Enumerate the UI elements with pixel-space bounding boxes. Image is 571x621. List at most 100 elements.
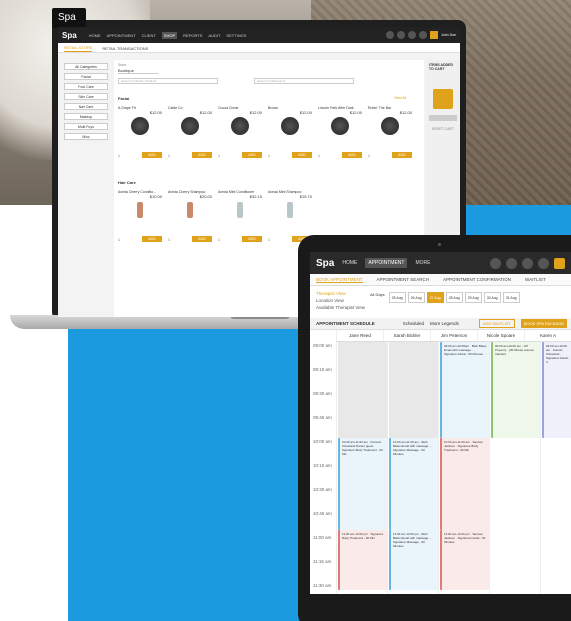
- product-image: [331, 117, 349, 135]
- add-waitlist-button[interactable]: ADD WAITLIST: [478, 319, 515, 328]
- appointment-block[interactable]: 11:00 am-12:00 pm · Signature Body Treat…: [338, 530, 387, 590]
- blocked-slot: [389, 342, 438, 438]
- appointment-block[interactable]: 11:00 am-12:00 pm · Beth Bates Email wit…: [389, 530, 438, 590]
- schedule-toolbar: APPOINTMENT SCHEDULE Scheduled More Lege…: [310, 318, 571, 330]
- date-chip-selected[interactable]: 27 Aug: [426, 292, 444, 303]
- add-button[interactable]: ADD: [142, 152, 162, 158]
- quantity-stepper[interactable]: 1: [318, 154, 320, 158]
- product-card[interactable]: Aveda Mint Conditioner $32.15 1 ADD: [218, 190, 262, 242]
- product-card[interactable]: Cable Co $12.00 1 ADD: [168, 106, 212, 158]
- category-makeup[interactable]: Makeup: [64, 113, 108, 120]
- category-nail-care[interactable]: Nail Care: [64, 103, 108, 110]
- mail-icon[interactable]: [522, 257, 533, 269]
- appointment-block[interactable]: 10:00 am-11:00 am · Samuel Jackson · Sig…: [440, 438, 489, 530]
- search-icon[interactable]: [386, 31, 395, 39]
- more-legends-dropdown[interactable]: More Legends: [430, 321, 459, 326]
- category-foot-care[interactable]: Foot Care: [64, 83, 108, 90]
- add-button[interactable]: ADD: [292, 152, 312, 158]
- view-available-therapist[interactable]: Available Therapist View: [316, 304, 365, 311]
- category-all[interactable]: All Categories: [64, 63, 108, 70]
- nav-home[interactable]: HOME: [89, 33, 101, 38]
- add-button[interactable]: ADD: [142, 236, 162, 242]
- view-all-link[interactable]: View All: [394, 96, 406, 100]
- category-skin-care[interactable]: Skin Care: [64, 93, 108, 100]
- date-chip[interactable]: 25 Aug: [388, 292, 406, 303]
- nav-shop[interactable]: SHOP: [161, 31, 178, 39]
- product-card[interactable]: A Grape Fit $12.00 1 ADD: [118, 106, 162, 158]
- tab-appointment-search[interactable]: APPOINTMENT SEARCH: [377, 277, 429, 282]
- section-facial-title: Facial: [118, 96, 130, 101]
- quantity-stepper[interactable]: 1: [268, 238, 270, 242]
- avatar[interactable]: [554, 257, 565, 269]
- add-button[interactable]: ADD: [242, 152, 262, 158]
- tab-appointment-confirmation[interactable]: APPOINTMENT CONFIRMATION: [443, 277, 511, 282]
- quantity-stepper[interactable]: 1: [218, 238, 220, 242]
- appointment-block[interactable]: 10:00 am-11:00 am · Beth Bates Email wit…: [389, 438, 438, 530]
- appointment-block[interactable]: 09:00 am-10:00am · Beth Bates Email with…: [440, 342, 489, 438]
- clock-icon[interactable]: [397, 31, 406, 39]
- help-icon[interactable]: [538, 257, 549, 269]
- mail-icon[interactable]: [408, 31, 417, 39]
- time-slot: 09:30 am: [313, 391, 332, 396]
- avatar[interactable]: [430, 31, 439, 39]
- date-chip[interactable]: 31 Aug: [502, 292, 520, 303]
- category-facial[interactable]: Facial: [64, 73, 108, 80]
- date-chip[interactable]: 26 Aug: [407, 292, 425, 303]
- product-card[interactable]: Rubin' The Bar $12.00 1 ADD: [368, 106, 412, 158]
- user-name[interactable]: John Doe: [441, 33, 456, 37]
- nav-reports[interactable]: REPORTS: [183, 33, 202, 38]
- all-days-checkbox[interactable]: All Days: [370, 292, 385, 303]
- store-select[interactable]: Boutique: [118, 68, 158, 74]
- book-spa-package-button[interactable]: BOOK SPA PACKAGE: [520, 319, 567, 328]
- staff-header: Jim Peterson: [430, 330, 477, 341]
- product-card[interactable]: Aveda Cherry Conditio... $10.00 1 ADD: [118, 190, 162, 242]
- quantity-stepper[interactable]: 1: [168, 154, 170, 158]
- quantity-stepper[interactable]: 1: [118, 238, 120, 242]
- tab-retail-transactions[interactable]: RETAIL TRANSACTIONS: [102, 46, 148, 52]
- product-card[interactable]: Aveda Cherry Shampoo $20.00 1 ADD: [168, 190, 212, 242]
- product-card[interactable]: Cocoa Dome $12.00 1 ADD: [218, 106, 262, 158]
- add-button[interactable]: ADD: [192, 152, 212, 158]
- pay-button[interactable]: [429, 115, 457, 121]
- quantity-stepper[interactable]: 1: [268, 154, 270, 158]
- time-slot: 10:15 am: [313, 463, 332, 468]
- help-icon[interactable]: [419, 31, 428, 39]
- product-search-input[interactable]: Search by Brand / Product: [118, 78, 218, 84]
- product-card[interactable]: Aveda Mint Shampoo$15.701ADD: [268, 190, 312, 242]
- nav-appointment[interactable]: APPOINTMENT: [365, 258, 408, 268]
- search-icon[interactable]: [490, 257, 501, 269]
- quantity-stepper[interactable]: 1: [218, 154, 220, 158]
- view-location[interactable]: Location View: [316, 297, 365, 304]
- tab-retail-store[interactable]: RETAIL STORE: [64, 45, 93, 52]
- view-therapist[interactable]: Therapist View: [316, 290, 365, 297]
- tab-book-appointment[interactable]: BOOK APPOINTMENT: [316, 277, 363, 283]
- category-multi-fuyu[interactable]: Multi Fuyu: [64, 123, 108, 130]
- date-chip[interactable]: 30 Aug: [483, 292, 501, 303]
- nav-appointment[interactable]: APPOINTMENT: [107, 33, 136, 38]
- nav-client[interactable]: CLIENT: [142, 33, 156, 38]
- add-button[interactable]: ADD: [192, 236, 212, 242]
- date-chip[interactable]: 28 Aug: [445, 292, 463, 303]
- clock-icon[interactable]: [506, 257, 517, 269]
- nav-settings[interactable]: SETTINGS: [226, 33, 246, 38]
- nav-more[interactable]: MORE: [415, 260, 430, 266]
- appointment-block[interactable]: 09:00 am-10:00 am · Francis Cleveland · …: [542, 342, 571, 438]
- nav-audit[interactable]: AUDIT: [208, 33, 220, 38]
- product-card[interactable]: Brown $12.00 1 ADD: [268, 106, 312, 158]
- quantity-stepper[interactable]: 1: [168, 238, 170, 242]
- quantity-stepper[interactable]: 1: [118, 154, 120, 158]
- add-button[interactable]: ADD: [342, 152, 362, 158]
- barcode-search-input[interactable]: Search by Barcode #: [254, 78, 354, 84]
- date-chip[interactable]: 29 Aug: [464, 292, 482, 303]
- appointment-block[interactable]: 11:00 am-12:00 pm · Samuel Jackson · Sig…: [440, 530, 489, 590]
- add-button[interactable]: ADD: [242, 236, 262, 242]
- add-button[interactable]: ADD: [392, 152, 412, 158]
- product-card[interactable]: Lincoln Park After Dark $12.00 1 ADD: [318, 106, 362, 158]
- reset-cart-link[interactable]: RESET CART: [426, 127, 460, 131]
- nav-home[interactable]: HOME: [342, 260, 357, 266]
- quantity-stepper[interactable]: 1: [368, 154, 370, 158]
- tab-waitlist[interactable]: WAITLIST: [525, 277, 546, 282]
- appointment-block[interactable]: 09:00 am-10:00 am · Off Property · (30 M…: [491, 342, 540, 438]
- appointment-block[interactable]: 10:00 am-11:00 am · Frances Cleveland Pa…: [338, 438, 387, 530]
- category-misc[interactable]: Misc: [64, 133, 108, 140]
